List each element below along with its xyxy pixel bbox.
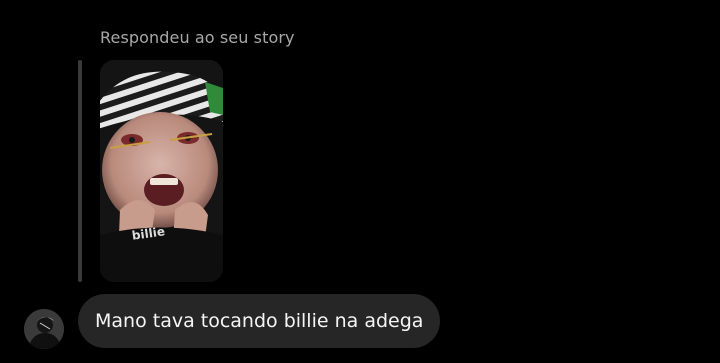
user-avatar-icon — [24, 309, 64, 349]
message-bubble[interactable]: Mano tava tocando billie na adega — [78, 294, 441, 348]
avatar[interactable] — [24, 309, 64, 349]
message-text: Mano tava tocando billie na adega — [95, 310, 424, 332]
story-thumbnail[interactable]: billie — [100, 60, 223, 282]
reply-context-label: Respondeu ao seu story — [100, 28, 295, 47]
reply-quote-bar — [78, 60, 82, 282]
story-photo: billie — [100, 60, 223, 282]
